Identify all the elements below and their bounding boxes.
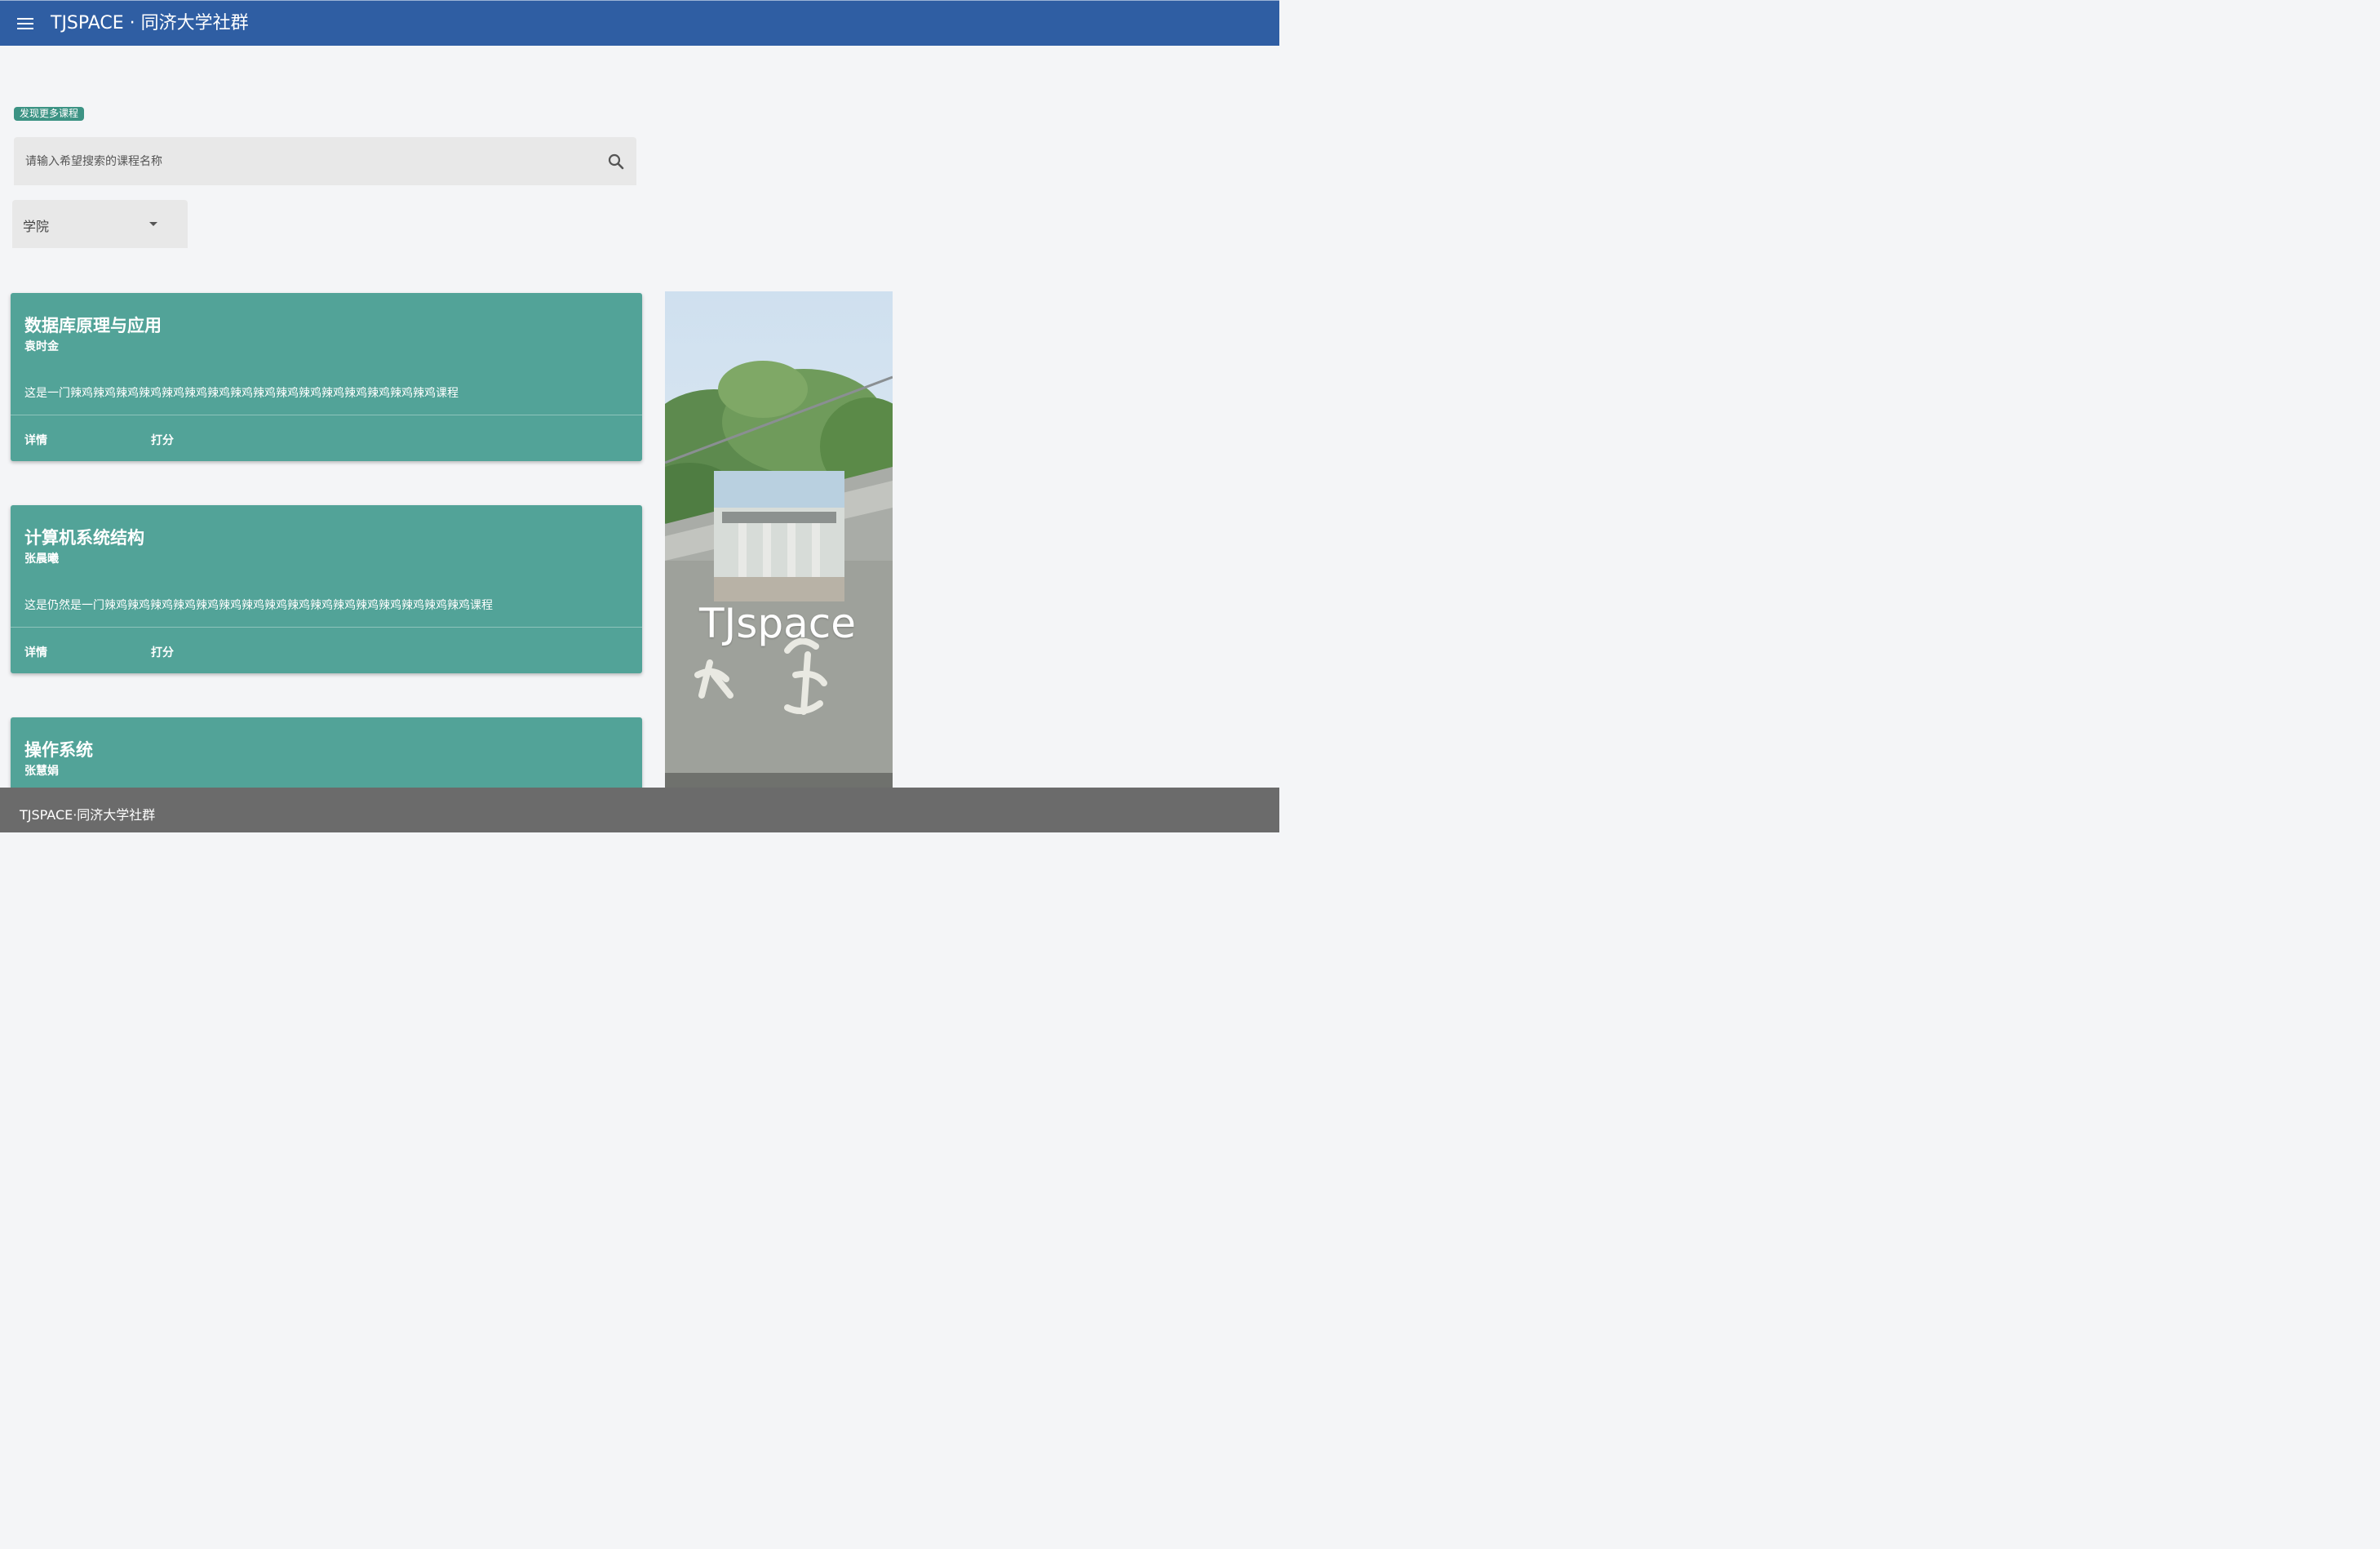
course-search-field[interactable] [14,137,636,185]
menu-icon[interactable] [16,14,35,33]
course-card: 数据库原理与应用 袁时金 这是一门辣鸡辣鸡辣鸡辣鸡辣鸡辣鸡辣鸡辣鸡辣鸡辣鸡辣鸡辣… [11,293,642,461]
app-title: TJSPACE · 同济大学社群 [51,13,249,33]
course-search-input[interactable] [14,137,585,185]
card-divider [11,627,642,628]
tjspace-logo: TJspace [699,600,856,647]
course-description: 这是一门辣鸡辣鸡辣鸡辣鸡辣鸡辣鸡辣鸡辣鸡辣鸡辣鸡辣鸡辣鸡辣鸡辣鸡辣鸡辣鸡课程 [24,387,459,400]
course-description: 这是仍然是一门辣鸡辣鸡辣鸡辣鸡辣鸡辣鸡辣鸡辣鸡辣鸡辣鸡辣鸡辣鸡辣鸡辣鸡辣鸡辣鸡课… [24,599,493,612]
rate-button[interactable]: 打分 [151,432,174,448]
course-teacher: 张慧娟 [24,765,59,778]
college-select[interactable]: 学院 [12,200,188,248]
footer-text: TJSPACE·同济大学社群 [20,807,156,823]
footer: TJSPACE·同济大学社群 [0,788,1279,832]
app-bar: TJSPACE · 同济大学社群 [0,0,1279,46]
chevron-down-icon[interactable] [149,222,157,226]
course-card: 操作系统 张慧娟 [11,717,642,788]
college-select-value: 学院 [23,219,50,234]
course-title: 操作系统 [24,740,93,760]
campus-image [665,291,893,788]
details-button[interactable]: 详情 [24,432,47,448]
details-button[interactable]: 详情 [24,644,47,660]
course-teacher: 袁时金 [24,340,59,353]
course-teacher: 张晨曦 [24,553,59,566]
search-icon[interactable] [606,152,626,171]
course-card: 计算机系统结构 张晨曦 这是仍然是一门辣鸡辣鸡辣鸡辣鸡辣鸡辣鸡辣鸡辣鸡辣鸡辣鸡辣… [11,505,642,673]
discover-courses-chip: 发现更多课程 [14,107,85,121]
course-title: 计算机系统结构 [24,528,144,548]
course-title: 数据库原理与应用 [24,316,162,335]
rate-button[interactable]: 打分 [151,644,174,660]
